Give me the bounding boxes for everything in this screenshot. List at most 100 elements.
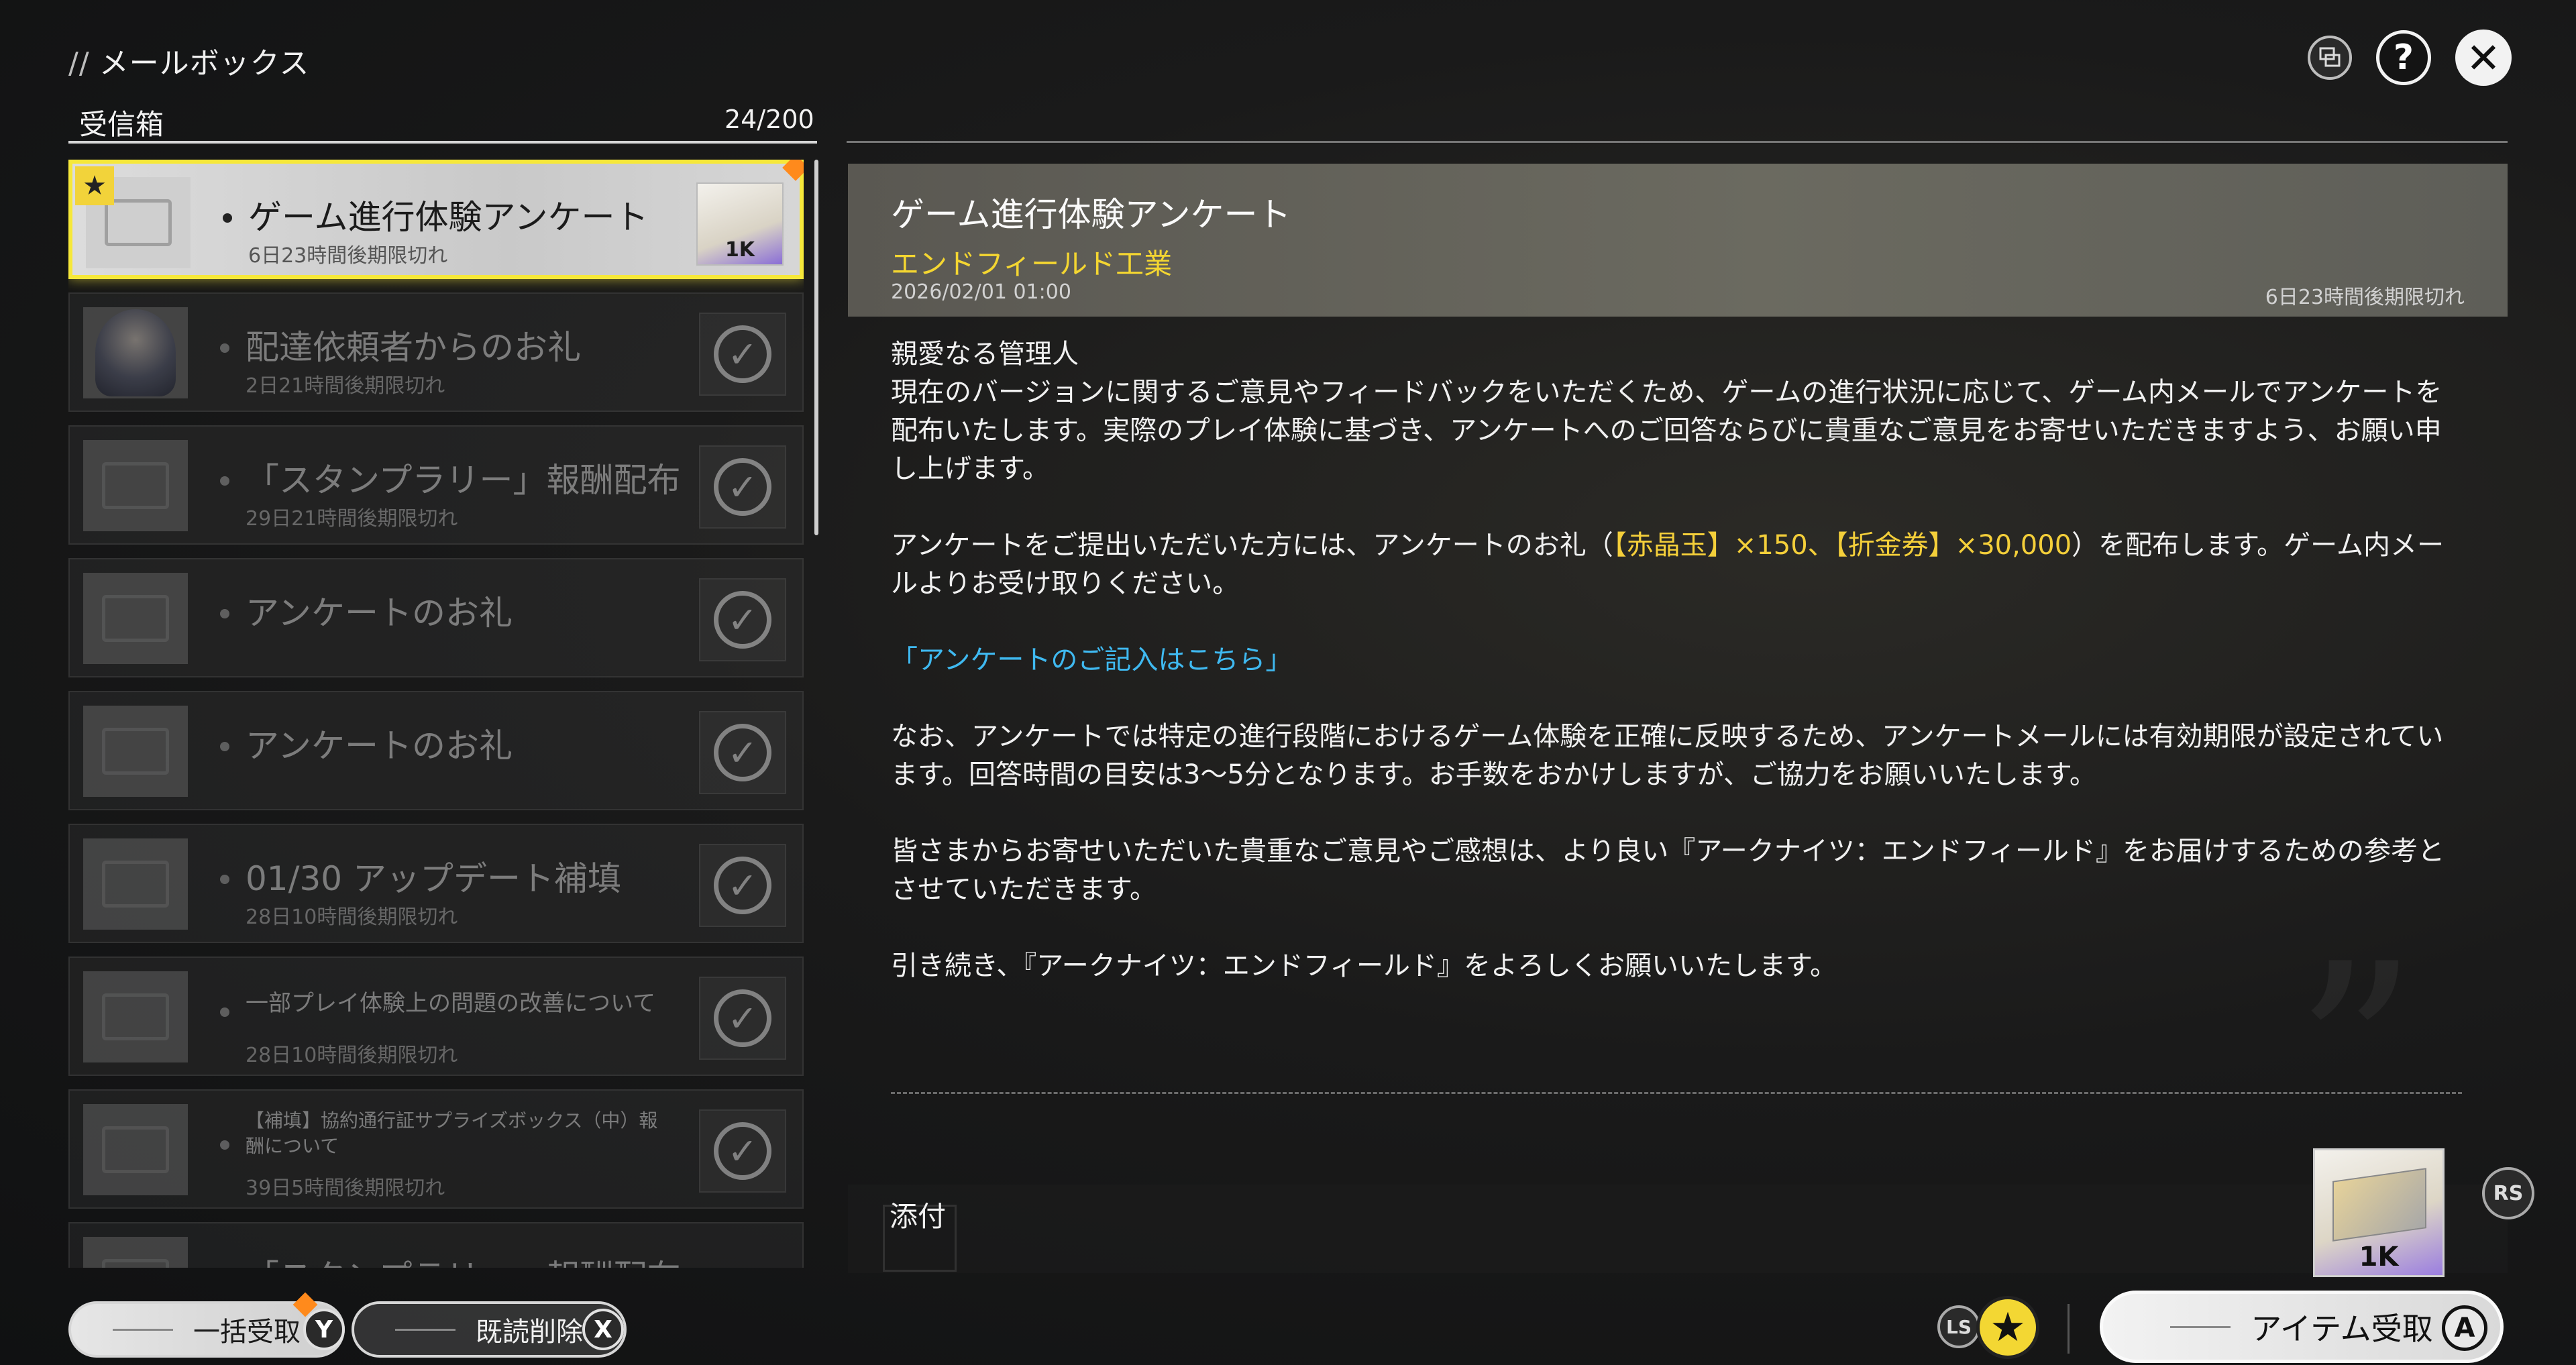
bullet-icon [220,1140,229,1150]
emblem-icon [102,462,169,509]
emblem-icon [102,993,169,1040]
mail-expire: 39日5時間後期限切れ [246,1177,445,1200]
mail-thumbnail [83,307,188,398]
mail-item-selected[interactable]: ★ ゲーム進行体験アンケート 6日23時間後期限切れ 1K [68,160,804,279]
delete-read-label: 既読削除 [476,1317,583,1348]
bullet-icon [220,875,229,884]
dashed-divider [891,1092,2462,1094]
reward-qty: 1K [724,238,755,262]
mail-item[interactable]: 一部プレイ体験上の問題の改善について 28日10時間後期限切れ ✓ [68,957,804,1076]
reward-thumbnail: ✓ [699,313,786,396]
mail-item[interactable]: アンケートのお礼 ✓ [68,558,804,677]
bullet-icon [220,609,229,618]
mail-paragraph: 引き続き、『アークナイツ：エンドフィールド』をよろしくお願いいたします。 [891,950,1837,981]
avatar [95,309,176,396]
bullet-icon [223,213,232,223]
mail-thumbnail [83,440,188,531]
window-icon[interactable] [2308,36,2352,80]
check-icon: ✓ [714,724,771,781]
detail-divider [847,141,2508,143]
survey-link[interactable]: 「アンケートのご記入はこちら」 [891,641,2466,679]
separator [2068,1304,2070,1354]
star-icon: ★ [75,166,114,205]
mail-list-scrollbar[interactable] [814,160,818,535]
bullet-icon [220,1007,229,1017]
mail-list[interactable]: ★ ゲーム進行体験アンケート 6日23時間後期限切れ 1K 配達依頼者からのお礼… [68,160,804,1268]
title-slashes: // [68,46,90,80]
mail-paragraph: 皆さまからお寄せいただいた貴重なご意見やご感想は、より良い『アークナイツ：エンド… [891,836,2445,905]
mail-expire: 28日10時間後期限切れ [246,1044,458,1067]
top-icon-group: ? ✕ [2308,30,2512,86]
emblem-icon [102,1259,169,1268]
mail-thumbnail [83,1104,188,1195]
mail-body: 親愛なる管理人 現在のバージョンに関するご意見やフィードバックをいただくため、ゲ… [891,335,2466,1024]
emblem-icon [102,861,169,908]
mail-expire: 28日10時間後期限切れ [246,906,458,929]
mail-title: 「スタンプラリー」報酬配布 [246,1250,681,1268]
close-icon[interactable]: ✕ [2455,30,2512,86]
mail-thumbnail [83,573,188,664]
check-icon: ✓ [714,1122,771,1180]
favorite-star-button[interactable]: ★ [1976,1296,2039,1359]
reward-highlight: 【赤晶玉】×150、【折金券】×30,000 [1613,530,2072,561]
mail-title: 【補填】協約通行証サプライズボックス（中）報酬について [246,1109,658,1157]
mail-item[interactable]: アンケートのお礼 ✓ [68,691,804,810]
detail-sender: エンドフィールド工業 [891,248,1173,280]
detail-date: 2026/02/01 01:00 [891,280,1071,304]
mail-item[interactable]: 配達依頼者からのお礼 2日21時間後期限切れ ✓ [68,292,804,412]
page-title-text: メールボックス [99,46,310,80]
mail-paragraph: 現在のバージョンに関するご意見やフィードバックをいただくため、ゲームの進行状況に… [891,377,2443,484]
a-key-icon: A [2442,1305,2487,1351]
page-title: // メールボックス [68,39,309,82]
detail-title: ゲーム進行体験アンケート [891,195,1291,234]
mail-title: ゲーム進行体験アンケート [248,198,649,237]
check-icon: ✓ [714,458,771,516]
mail-paragraph-reward: アンケートをご提出いただいた方には、アンケートのお礼（【赤晶玉】×150、【折金… [891,527,2466,603]
reward-thumbnail: 1K [696,182,784,266]
reward-thumbnail: ✓ [699,711,786,794]
new-indicator-icon [782,160,804,181]
mail-title: 一部プレイ体験上の問題の改善について [246,990,655,1017]
check-icon: ✓ [714,989,771,1047]
inbox-count: 24/200 [724,105,814,134]
mail-thumbnail [83,971,188,1062]
mail-item[interactable]: 「スタンプラリー」報酬配布 [68,1222,804,1268]
bullet-icon [220,343,229,353]
bullet-icon [220,742,229,751]
mail-title: 01/30 アップデート補填 [246,859,621,898]
reward-thumbnail: ✓ [699,445,786,529]
button-line [395,1328,455,1331]
mail-item[interactable]: 01/30 アップデート補填 28日10時間後期限切れ ✓ [68,824,804,943]
reward-text-a: アンケートをご提出いただいた方には、アンケートのお礼（ [891,530,1613,561]
mail-thumbnail [83,706,188,797]
attachment-item[interactable]: 1K [2313,1148,2445,1277]
mail-greeting: 親愛なる管理人 [891,339,1079,370]
mail-expire: 29日21時間後期限切れ [246,507,458,531]
mail-title: アンケートのお礼 [246,594,513,633]
reward-thumbnail: ✓ [699,578,786,661]
mail-item[interactable]: 【補填】協約通行証サプライズボックス（中）報酬について 39日5時間後期限切れ … [68,1089,804,1209]
attachment-qty: 1K [2359,1242,2399,1272]
emblem-icon [105,199,172,246]
check-icon: ✓ [714,591,771,649]
mail-expire: 6日23時間後期限切れ [248,244,448,268]
check-icon: ✓ [714,857,771,914]
mail-title: 配達依頼者からのお礼 [246,328,581,367]
mail-title: アンケートのお礼 [246,726,513,765]
mail-item[interactable]: 「スタンプラリー」報酬配布 29日21時間後期限切れ ✓ [68,425,804,545]
help-icon[interactable]: ? [2376,30,2431,85]
mail-expire: 2日21時間後期限切れ [246,374,445,398]
emblem-icon [102,595,169,642]
reward-thumbnail: ✓ [699,977,786,1060]
bulk-receive-label: 一括受取 [193,1317,301,1348]
y-key-icon: Y [303,1309,345,1350]
detail-header [848,164,2508,317]
emblem-icon [102,1126,169,1173]
receive-items-label: アイテム受取 [2251,1311,2433,1347]
check-icon: ✓ [714,325,771,383]
inbox-label: 受信箱 [79,108,164,141]
reward-thumbnail: ✓ [699,1109,786,1193]
rs-button[interactable]: RS [2482,1167,2534,1219]
ticket-icon [2332,1168,2426,1242]
inbox-divider [68,141,817,144]
